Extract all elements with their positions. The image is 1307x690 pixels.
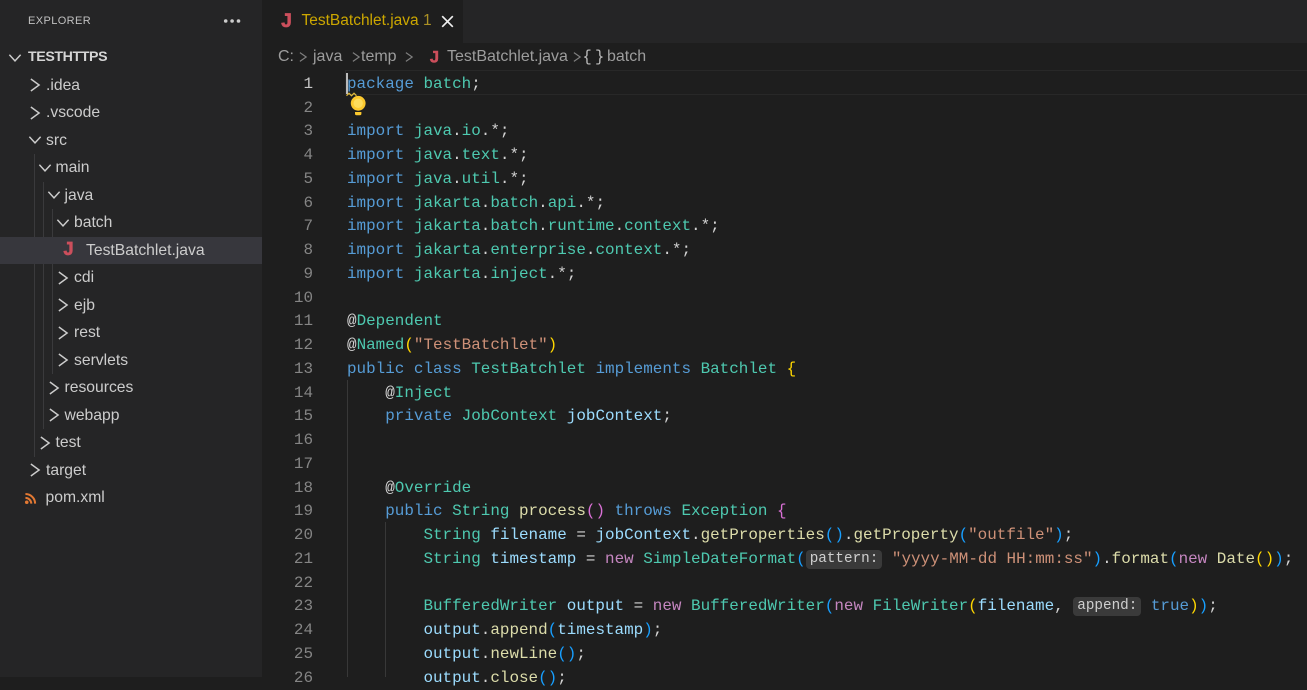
- svg-text:J: J: [429, 49, 438, 66]
- svg-text:J: J: [281, 13, 292, 30]
- svg-text:J: J: [63, 241, 73, 258]
